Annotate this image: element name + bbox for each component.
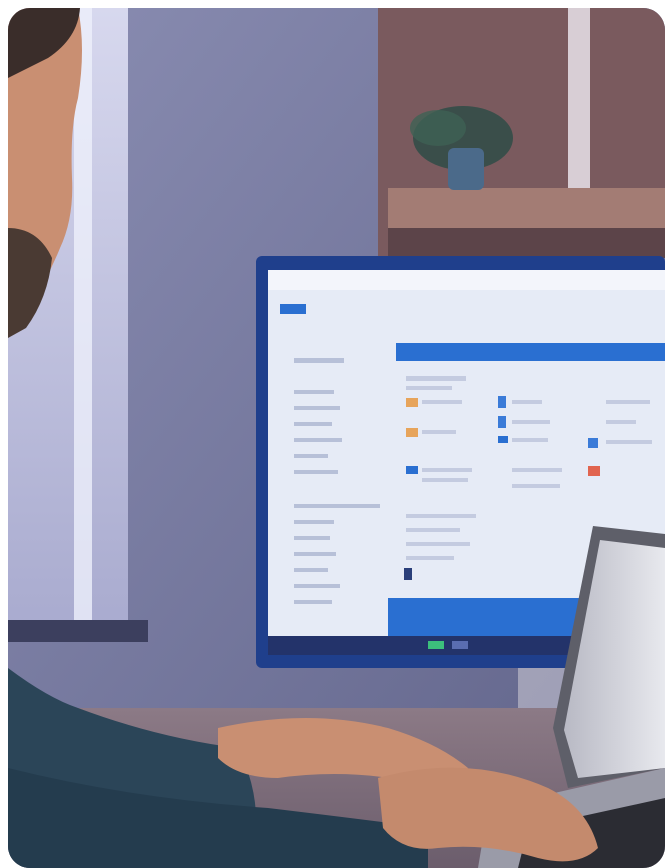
photo-scene <box>8 8 665 868</box>
photo-frame <box>8 8 665 868</box>
bookshelf <box>378 8 665 258</box>
calendar-icon <box>588 466 600 476</box>
